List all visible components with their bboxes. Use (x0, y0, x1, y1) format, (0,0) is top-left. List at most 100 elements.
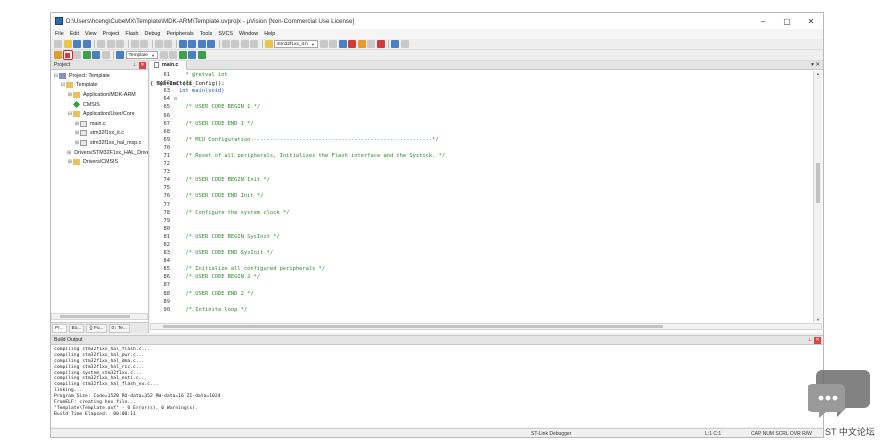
menu-file[interactable]: File (55, 31, 64, 37)
select-packs-icon[interactable] (197, 51, 206, 59)
menu-edit[interactable]: Edit (70, 31, 79, 37)
incremental-find-icon[interactable] (329, 40, 338, 48)
tab-books[interactable]: Bo... (68, 323, 85, 333)
find-combo[interactable]: stm32f1xx_it.h ▼ (274, 40, 318, 48)
minimize-button[interactable]: – (751, 17, 775, 26)
pack-installer-icon[interactable] (188, 51, 197, 59)
tree-item[interactable]: ⊞ stm32f1xx_hal_msp.c (51, 138, 148, 148)
pin-icon[interactable]: ⊥ (808, 337, 812, 343)
close-button[interactable]: ✕ (799, 17, 823, 26)
tree-item[interactable]: ⊞ Drivers/CMSIS (51, 157, 148, 167)
tree-item[interactable]: ⊞ Drivers/STM32F1xx_HAL_Driver (51, 148, 148, 158)
build-icon[interactable] (62, 50, 73, 60)
pin-icon[interactable]: ⊥ (133, 62, 137, 68)
download-icon[interactable] (92, 51, 100, 59)
unindent-icon[interactable] (231, 40, 239, 48)
clear-bookmarks-icon[interactable] (207, 40, 215, 48)
menu-svcs[interactable]: SVCS (218, 31, 233, 37)
breakpoint-icon[interactable] (348, 40, 357, 48)
paste-icon[interactable] (116, 40, 124, 48)
close-pane-icon[interactable]: ✕ (139, 61, 146, 69)
indent-icon[interactable] (221, 40, 230, 48)
target-options-icon[interactable] (159, 51, 168, 59)
menu-view[interactable]: View (85, 31, 97, 37)
tree-item[interactable]: ⊟ Template (51, 81, 148, 91)
close-pane-icon[interactable]: ✕ (814, 336, 821, 344)
tree-item[interactable]: ⊞ stm32f1xx_it.c (51, 129, 148, 139)
manage-rte-icon[interactable] (178, 51, 187, 59)
comment-icon[interactable] (240, 40, 249, 48)
build-output-text[interactable]: compiling stm32f1xx_hal_flash.c... compil… (54, 347, 820, 427)
bookmark-icon[interactable] (178, 40, 187, 48)
tree-item[interactable]: ⊟ Application/User/Core (51, 109, 148, 119)
tab-project[interactable]: Pr... (52, 323, 67, 333)
menu-window[interactable]: Window (239, 31, 258, 37)
rebuild-icon[interactable] (73, 51, 81, 59)
workspace: Project ⊥ ✕ ⊟ Project: Template ⊟ Template ⊞… (51, 60, 823, 333)
redo-icon[interactable] (140, 40, 148, 48)
project-pane-title: Project (54, 62, 71, 68)
save-all-icon[interactable] (82, 40, 91, 48)
scroll-down-icon[interactable]: ▼ (814, 317, 822, 322)
maximize-button[interactable]: ▢ (775, 17, 799, 26)
menu-peripherals[interactable]: Peripherals (166, 31, 193, 37)
file-extensions-icon[interactable] (169, 51, 178, 59)
find-icon[interactable] (319, 40, 328, 48)
tree-item[interactable]: ⊞ Application/MDK-ARM (51, 90, 148, 100)
scrollbar-thumb[interactable] (163, 325, 663, 328)
load-icon[interactable] (116, 51, 124, 59)
project-horizontal-scrollbar[interactable] (51, 313, 148, 320)
tree-item[interactable]: ⊞ main.c (51, 119, 148, 129)
editor-tab-controls[interactable]: ▾ ✕ (811, 62, 820, 68)
editor-tab-strip: main.c ▾ ✕ (150, 60, 823, 70)
debug-session-icon[interactable] (338, 40, 347, 48)
scrollbar-thumb[interactable] (816, 163, 820, 203)
code-line[interactable]: 89 (150, 298, 812, 306)
menu-project[interactable]: Project (103, 31, 120, 37)
save-icon[interactable] (73, 40, 81, 48)
editor-tab-main-c[interactable]: main.c (150, 60, 188, 70)
uncomment-icon[interactable] (250, 40, 258, 48)
editor-vertical-scrollbar[interactable]: ▲ ▼ (813, 71, 822, 322)
prev-bookmark-icon[interactable] (188, 40, 196, 48)
code-line[interactable]: 61 * @retval int (150, 71, 812, 79)
window-layout-icon[interactable] (391, 40, 400, 48)
target-select-value: Template (128, 52, 148, 58)
configure-icon[interactable] (400, 40, 409, 48)
cut-icon[interactable] (97, 40, 105, 48)
new-file-icon[interactable] (54, 40, 62, 48)
open-file-icon[interactable] (63, 40, 72, 48)
disable-breakpoints-icon[interactable] (367, 40, 376, 48)
scrollbar-thumb[interactable] (60, 315, 130, 318)
batch-build-icon[interactable] (82, 51, 91, 59)
translate-icon[interactable] (54, 51, 62, 59)
tree-item-label: Drivers/CMSIS (83, 159, 119, 166)
target-select[interactable]: Template ▼ (125, 51, 158, 59)
undo-icon[interactable] (130, 40, 139, 48)
code-area[interactable]: 61 * @retval int 62 */63 int main(void) 64 ⊟… (150, 71, 812, 322)
tree-toggle-icon[interactable]: ⊞ (67, 150, 71, 156)
editor-horizontal-scrollbar[interactable] (150, 323, 822, 330)
copy-icon[interactable] (106, 40, 115, 48)
menu-debug[interactable]: Debug (145, 31, 161, 37)
stop-build-icon[interactable] (101, 51, 110, 59)
scroll-up-icon[interactable]: ▲ (814, 71, 822, 76)
menu-tools[interactable]: Tools (200, 31, 213, 37)
status-debugger: ST-Link Debugger (531, 431, 572, 437)
toolbar-separator (261, 40, 263, 48)
navigate-forward-icon[interactable] (164, 40, 172, 48)
next-bookmark-icon[interactable] (197, 40, 206, 48)
tree-item[interactable]: CMSIS (51, 100, 148, 110)
chevron-down-icon: ▼ (310, 41, 315, 47)
project-icon (59, 72, 66, 79)
editor-tab-label: main.c (162, 62, 179, 68)
tab-functions[interactable]: {} Fu... (86, 323, 107, 333)
kill-breakpoints-icon[interactable] (376, 40, 385, 48)
menu-help[interactable]: Help (264, 31, 275, 37)
tree-item[interactable]: ⊟ Project: Template (51, 71, 148, 81)
menu-flash[interactable]: Flash (125, 31, 138, 37)
enable-breakpoint-icon[interactable] (357, 40, 366, 48)
find-in-files-icon[interactable] (264, 40, 273, 48)
navigate-back-icon[interactable] (154, 40, 163, 48)
tab-templates[interactable]: 0↓ Te... (108, 323, 130, 333)
